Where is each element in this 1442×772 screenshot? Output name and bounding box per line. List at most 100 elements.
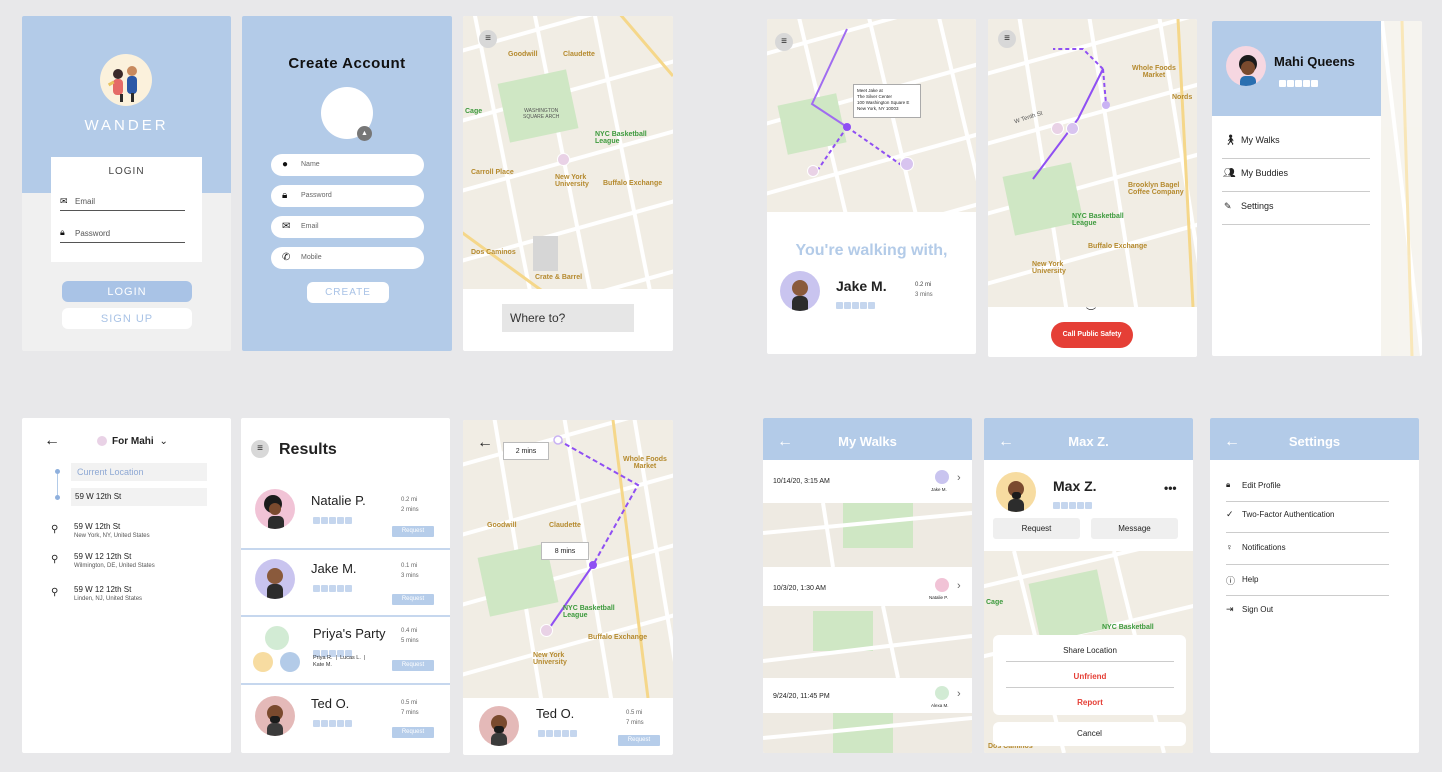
settings-item-help[interactable]: ⓘ Help bbox=[1226, 575, 1389, 596]
back-arrow-icon[interactable]: ← bbox=[777, 418, 793, 466]
back-arrow-icon[interactable]: ← bbox=[1224, 418, 1240, 466]
settings-item-two-factor[interactable]: ✓ Two-Factor Authentication bbox=[1226, 509, 1389, 533]
settings-item-edit-profile[interactable]: 🔒︎ Edit Profile bbox=[1226, 480, 1389, 502]
results-screen: ≡ Results Natalie P. 0.2 mi 2 mins Reque… bbox=[241, 418, 450, 753]
person-distance: 0.1 mi bbox=[401, 563, 418, 569]
mobile-field[interactable]: ✆ Mobile bbox=[271, 247, 424, 269]
back-arrow-icon[interactable]: ← bbox=[477, 434, 493, 452]
map-label-dos: Dos Caminos bbox=[471, 249, 516, 256]
user-location-marker bbox=[807, 165, 819, 177]
share-location-option[interactable]: Share Location bbox=[1006, 639, 1174, 662]
login-panel: LOGIN ✉ Email 🔒︎ Password bbox=[51, 157, 202, 262]
result-row[interactable]: Priya's Party Priya R. | Lucas L. | Kate… bbox=[241, 618, 450, 685]
rider-selector[interactable]: For Mahi ⌄ bbox=[97, 436, 168, 447]
map-label-wsa: WASHINGTON SQUARE ARCH bbox=[523, 108, 560, 120]
walk-entry[interactable]: 10/3/20, 1:30 AM Natalie P. › bbox=[763, 570, 972, 680]
create-account-screen: Create Account ▲ ● Name 🔒︎ Password ✉ Email… bbox=[242, 16, 452, 351]
map-label-claudette: Claudette bbox=[549, 522, 581, 529]
message-button[interactable]: Message bbox=[1091, 518, 1178, 539]
call-public-safety-button[interactable]: Call Public Safety bbox=[1051, 322, 1133, 348]
settings-item-label: Edit Profile bbox=[1242, 481, 1281, 490]
result-row[interactable]: Ted O. 0.5 mi 7 mins Request bbox=[241, 686, 450, 753]
user-avatar[interactable] bbox=[1226, 46, 1266, 86]
walk-entry[interactable]: 9/24/20, 11:45 PM Alexa M. › bbox=[763, 680, 972, 753]
buddy-profile-screen: ← Max Z. Max Z. ••• Request Message Cage… bbox=[984, 418, 1193, 753]
chevron-right-icon: › bbox=[957, 688, 961, 700]
location-pin-icon: ⚲ bbox=[51, 587, 59, 598]
where-to-input[interactable]: Where to? bbox=[502, 304, 634, 332]
hamburger-menu-icon[interactable]: ≡ bbox=[998, 30, 1016, 48]
route-eta-label: 8 mins bbox=[541, 542, 589, 560]
home-map-screen: Goodwill Claudette NYC Basketball League… bbox=[463, 16, 673, 351]
drawer-item-my-walks[interactable]: 🚶︎ My Walks bbox=[1222, 135, 1370, 159]
map-view[interactable]: Whole Foods Market NYC Basketball League… bbox=[463, 420, 673, 698]
request-button[interactable]: Request bbox=[392, 526, 434, 537]
password-field[interactable]: 🔒︎ Password bbox=[60, 227, 185, 243]
user-rating bbox=[1279, 74, 1319, 92]
settings-header: ← Settings bbox=[1210, 418, 1419, 460]
map-view[interactable]: Goodwill Claudette NYC Basketball League… bbox=[463, 16, 673, 289]
signup-button[interactable]: SIGN UP bbox=[62, 308, 192, 329]
request-button[interactable]: Request bbox=[392, 727, 434, 738]
login-button[interactable]: LOGIN bbox=[62, 281, 192, 302]
password-field-create[interactable]: 🔒︎ Password bbox=[271, 185, 424, 207]
settings-item-sign-out[interactable]: ⇥ Sign Out bbox=[1226, 604, 1389, 626]
back-arrow-icon[interactable]: ← bbox=[44, 432, 60, 450]
camera-icon[interactable]: ▲ bbox=[357, 126, 372, 141]
rider-avatar-icon bbox=[97, 436, 107, 446]
map-label-whole-foods: Whole Foods Market bbox=[623, 456, 667, 470]
hamburger-menu-icon[interactable]: ≡ bbox=[479, 30, 497, 48]
email-field[interactable]: ✉ Email bbox=[60, 196, 185, 211]
mail-icon: ✉ bbox=[60, 196, 68, 206]
unfriend-option[interactable]: Unfriend bbox=[1006, 665, 1174, 688]
chevron-down-icon[interactable]: ︶ bbox=[1086, 304, 1096, 319]
more-options-icon[interactable]: ••• bbox=[1164, 481, 1177, 495]
drawer-item-label: Settings bbox=[1241, 201, 1274, 211]
settings-title: Settings bbox=[1288, 434, 1341, 449]
brand-title: WANDER bbox=[84, 117, 169, 134]
password-placeholder: Password bbox=[301, 192, 332, 199]
partner-rating bbox=[836, 296, 876, 314]
search-result[interactable]: ⚲ 59 W 12th St New York, NY, United Stat… bbox=[51, 522, 221, 544]
search-result[interactable]: ⚲ 59 W 12 12th St Linden, NJ, United Sta… bbox=[51, 585, 221, 607]
cancel-button[interactable]: Cancel bbox=[993, 722, 1186, 746]
person-rating bbox=[313, 511, 353, 529]
request-button[interactable]: Request bbox=[392, 660, 434, 671]
email-field-create[interactable]: ✉ Email bbox=[271, 216, 424, 238]
request-button[interactable]: Request bbox=[618, 735, 660, 746]
report-option[interactable]: Report bbox=[1006, 691, 1174, 714]
profile-header-title: Max Z. bbox=[1068, 434, 1109, 449]
person-rating bbox=[538, 724, 578, 742]
drawer-item-settings[interactable]: ✎ Settings bbox=[1222, 201, 1370, 225]
email-placeholder: Email bbox=[301, 223, 319, 230]
chevron-right-icon: › bbox=[957, 580, 961, 592]
my-walks-title: My Walks bbox=[838, 434, 897, 449]
login-screen: WANDER LOGIN ✉ Email 🔒︎ Password LOGIN S… bbox=[22, 16, 231, 351]
walk-date: 9/24/20, 11:45 PM bbox=[773, 693, 830, 700]
settings-item-label: Two-Factor Authentication bbox=[1242, 510, 1335, 519]
map-view[interactable]: Meet Jake at The Silver Center 100 Washi… bbox=[767, 19, 976, 212]
map-label-crate: Crate & Barrel bbox=[535, 274, 583, 281]
request-walk-button[interactable]: Request bbox=[993, 518, 1080, 539]
person-avatar bbox=[479, 706, 519, 746]
search-result[interactable]: ⚲ 59 W 12 12th St Wilmington, DE, United… bbox=[51, 552, 221, 574]
request-button[interactable]: Request bbox=[392, 594, 434, 605]
name-field[interactable]: ● Name bbox=[271, 154, 424, 176]
person-distance: 0.5 mi bbox=[626, 710, 643, 716]
person-avatar bbox=[265, 626, 289, 650]
back-arrow-icon[interactable]: ← bbox=[998, 418, 1014, 466]
map-view[interactable]: Whole Foods Market W Tenth St Brooklyn B… bbox=[988, 19, 1197, 307]
hamburger-menu-icon[interactable]: ≡ bbox=[251, 440, 269, 458]
destination-input[interactable]: 59 W 12th St bbox=[71, 488, 207, 506]
hamburger-menu-icon[interactable]: ≡ bbox=[775, 33, 793, 51]
profile-header: ← Max Z. bbox=[984, 418, 1193, 460]
result-row[interactable]: Jake M. 0.1 mi 3 mins Request bbox=[241, 551, 450, 617]
walk-entry[interactable]: 10/14/20, 3:15 AM Jake M. › bbox=[763, 460, 972, 570]
person-avatar bbox=[255, 559, 295, 599]
create-button[interactable]: CREATE bbox=[307, 282, 389, 303]
drawer-item-my-buddies[interactable]: 👥︎ My Buddies bbox=[1222, 168, 1370, 192]
result-row[interactable]: Natalie P. 0.2 mi 2 mins Request bbox=[241, 481, 450, 550]
current-location-input[interactable]: Current Location bbox=[71, 463, 207, 481]
person-name: Natalie P. bbox=[311, 493, 366, 508]
settings-item-notifications[interactable]: ♀ Notifications bbox=[1226, 542, 1389, 565]
